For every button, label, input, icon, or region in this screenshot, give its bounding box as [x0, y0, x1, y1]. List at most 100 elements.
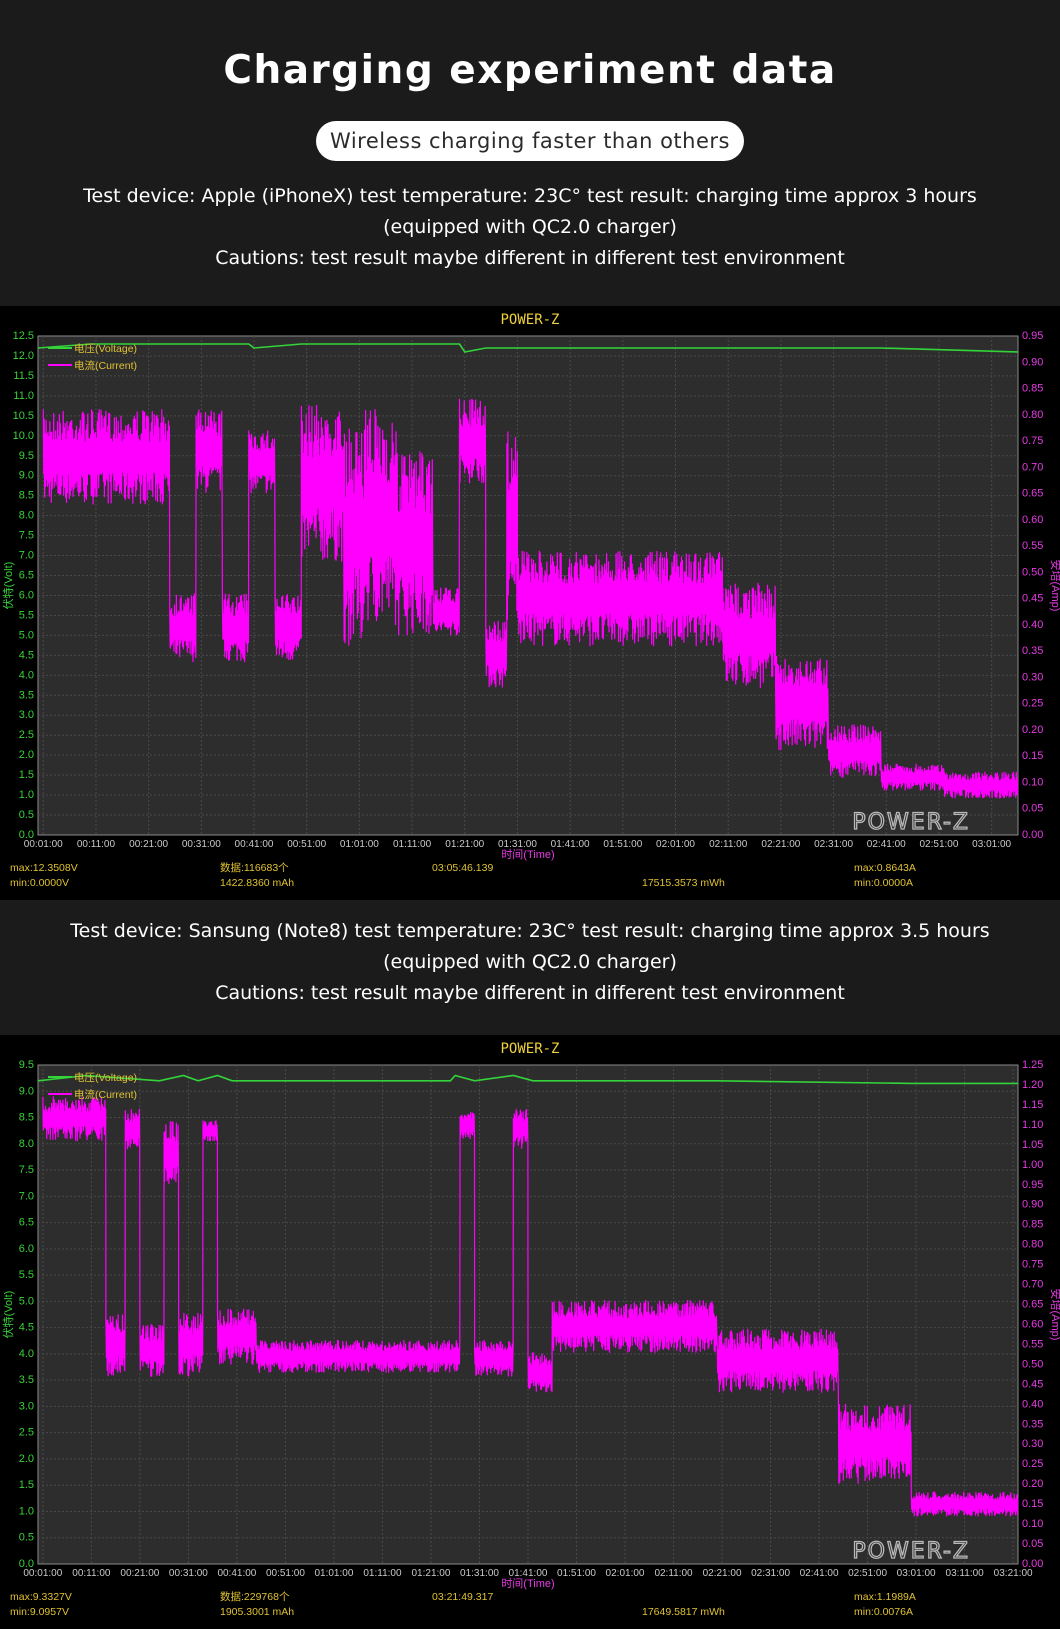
right-tick-label: 0.35 [1022, 645, 1043, 657]
left-tick-label: 8.0 [19, 510, 34, 522]
right-tick-label: 0.25 [1022, 1458, 1043, 1470]
right-tick-label: 1.10 [1022, 1119, 1043, 1131]
right-tick-label: 0.95 [1022, 330, 1043, 342]
x-tick-label: 01:11:00 [363, 1568, 402, 1579]
right-tick-label: 0.65 [1022, 1299, 1043, 1311]
x-tick-label: 03:01:00 [972, 839, 1011, 850]
test1-line2: (equipped with QC2.0 charger) [383, 216, 677, 238]
left-tick-label: 9.5 [19, 450, 34, 462]
legend-current-label: 电流(Current) [74, 359, 137, 372]
right-tick-label: 0.10 [1022, 776, 1043, 788]
right-tick-label: 0.75 [1022, 435, 1043, 447]
stat-max-voltage: max:9.3327V [10, 1591, 72, 1603]
x-tick-label: 01:21:00 [412, 1568, 451, 1579]
right-tick-label: 0.45 [1022, 1378, 1043, 1390]
chart-2: 0.00.51.01.52.02.53.03.54.04.55.05.56.06… [1, 1041, 1060, 1618]
left-tick-label: 3.5 [19, 689, 34, 701]
right-tick-label: 0.65 [1022, 488, 1043, 500]
right-tick-label: 0.50 [1022, 1358, 1043, 1370]
left-tick-label: 8.5 [19, 1112, 34, 1124]
left-tick-label: 8.0 [19, 1138, 34, 1150]
right-tick-label: 0.90 [1022, 1199, 1043, 1211]
test2-line2: (equipped with QC2.0 charger) [383, 951, 677, 973]
x-tick-label: 02:01:00 [606, 1568, 645, 1579]
x-tick-label: 00:31:00 [169, 1568, 208, 1579]
right-tick-label: 0.75 [1022, 1259, 1043, 1271]
left-tick-label: 7.0 [19, 550, 34, 562]
right-tick-label: 0.60 [1022, 1318, 1043, 1330]
left-tick-label: 0.5 [19, 809, 34, 821]
left-tick-label: 10.5 [13, 410, 34, 422]
x-tick-label: 00:21:00 [129, 839, 168, 850]
x-tick-label: 03:11:00 [946, 1568, 985, 1579]
x-tick-label: 00:01:00 [24, 839, 63, 850]
test2-line1: Test device: Sansung (Note8) test temper… [70, 920, 990, 942]
right-tick-label: 0.15 [1022, 1498, 1043, 1510]
chart-brand-title: POWER-Z [500, 1041, 559, 1057]
left-tick-label: 1.0 [19, 789, 34, 801]
left-tick-label: 10.0 [13, 430, 34, 442]
stat-min-voltage: min:9.0957V [10, 1606, 69, 1618]
legend-voltage-label: 电压(Voltage) [74, 1071, 137, 1084]
left-tick-label: 5.5 [19, 609, 34, 621]
right-tick-label: 1.05 [1022, 1139, 1043, 1151]
x-tick-label: 03:01:00 [897, 1568, 936, 1579]
left-tick-label: 5.0 [19, 1295, 34, 1307]
power-z-watermark: POWER-Z [852, 1539, 970, 1564]
right-tick-label: 1.15 [1022, 1099, 1043, 1111]
stat-max-current: max:1.1989A [854, 1591, 916, 1603]
y-axis-title-right: 安培(Amp) [1049, 1289, 1060, 1341]
right-tick-label: 0.55 [1022, 540, 1043, 552]
x-tick-label: 01:11:00 [393, 839, 432, 850]
x-tick-label: 02:41:00 [867, 839, 906, 850]
right-tick-label: 0.55 [1022, 1338, 1043, 1350]
x-tick-label: 03:21:00 [994, 1568, 1033, 1579]
left-tick-label: 4.5 [19, 1322, 34, 1334]
right-tick-label: 0.00 [1022, 829, 1043, 841]
left-tick-label: 4.5 [19, 649, 34, 661]
stat-capacity: 1422.8360 mAh [220, 877, 294, 889]
left-tick-label: 6.5 [19, 1217, 34, 1229]
x-tick-label: 01:01:00 [340, 839, 379, 850]
chart-brand-title: POWER-Z [500, 312, 559, 328]
x-tick-label: 00:41:00 [235, 839, 274, 850]
left-tick-label: 1.0 [19, 1505, 34, 1517]
chart-1: 0.00.51.01.52.02.53.03.54.04.55.05.56.06… [1, 312, 1060, 889]
left-tick-label: 7.5 [19, 530, 34, 542]
y-axis-title-right: 安培(Amp) [1049, 560, 1060, 612]
stat-max-voltage: max:12.3508V [10, 862, 78, 874]
right-tick-label: 0.90 [1022, 356, 1043, 368]
stat-energy: 17515.3573 mWh [642, 877, 725, 889]
left-tick-label: 3.5 [19, 1374, 34, 1386]
right-tick-label: 0.35 [1022, 1418, 1043, 1430]
right-tick-label: 0.05 [1022, 1538, 1043, 1550]
page-title: Charging experiment data [223, 48, 837, 93]
left-tick-label: 5.5 [19, 1269, 34, 1281]
right-tick-label: 0.40 [1022, 1398, 1043, 1410]
x-tick-label: 02:21:00 [761, 839, 800, 850]
stat-min-current: min:0.0000A [854, 877, 913, 889]
x-tick-label: 01:31:00 [460, 1568, 499, 1579]
left-tick-label: 9.0 [19, 1085, 34, 1097]
power-z-watermark: POWER-Z [852, 810, 970, 835]
right-tick-label: 0.60 [1022, 514, 1043, 526]
header-section: Charging experiment data Wireless chargi… [0, 0, 1060, 306]
x-tick-label: 00:11:00 [77, 839, 116, 850]
stat-capacity: 1905.3001 mAh [220, 1606, 294, 1618]
left-tick-label: 2.0 [19, 1453, 34, 1465]
right-tick-label: 0.85 [1022, 383, 1043, 395]
stat-duration: 03:21:49.317 [432, 1591, 493, 1603]
x-tick-label: 02:11:00 [709, 839, 748, 850]
stat-min-voltage: min:0.0000V [10, 877, 69, 889]
subtitle-pill: Wireless charging faster than others [316, 121, 744, 161]
x-tick-label: 00:01:00 [23, 1568, 62, 1579]
right-tick-label: 1.00 [1022, 1159, 1043, 1171]
test1-line3: Cautions: test result maybe different in… [215, 247, 845, 269]
x-tick-label: 00:51:00 [287, 839, 326, 850]
x-tick-label: 02:31:00 [814, 839, 853, 850]
right-tick-label: 0.30 [1022, 671, 1043, 683]
x-tick-label: 01:51:00 [603, 839, 642, 850]
right-tick-label: 0.80 [1022, 1239, 1043, 1251]
x-tick-label: 02:41:00 [800, 1568, 839, 1579]
x-tick-label: 02:11:00 [654, 1568, 693, 1579]
